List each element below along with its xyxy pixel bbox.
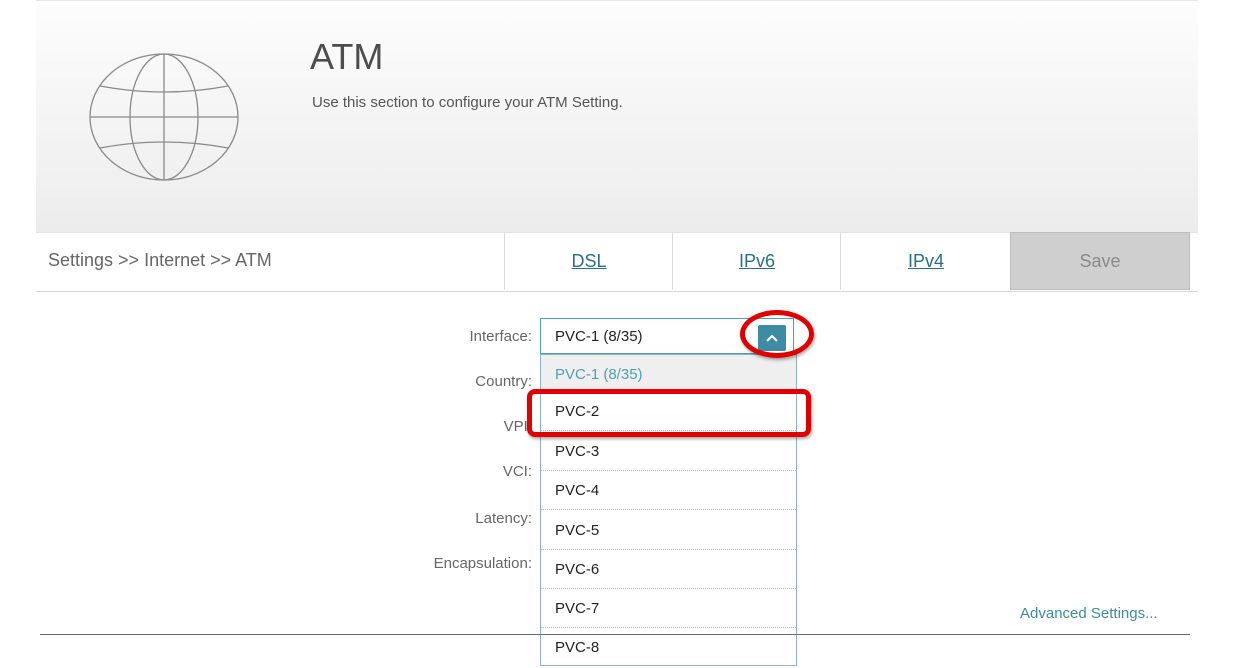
- highlight-circle: [740, 310, 814, 358]
- page-title: ATM: [310, 36, 384, 77]
- option-pvc-7[interactable]: PVC-7: [541, 589, 796, 628]
- page-subtitle: Use this section to configure your ATM S…: [312, 94, 623, 111]
- globe-icon: [89, 53, 239, 181]
- option-pvc-6[interactable]: PVC-6: [541, 550, 796, 589]
- tab-dsl[interactable]: DSL: [504, 232, 673, 290]
- tab-ipv4[interactable]: IPv4: [840, 232, 1011, 290]
- breadcrumb: Settings >> Internet >> ATM: [48, 250, 272, 270]
- highlight-box: [527, 389, 811, 437]
- save-button[interactable]: Save: [1010, 232, 1190, 290]
- vci-label: VCI:: [502, 463, 532, 480]
- country-label: Country:: [475, 373, 532, 390]
- advanced-settings-link[interactable]: Advanced Settings...: [1020, 605, 1158, 622]
- divider: [40, 634, 1190, 635]
- encapsulation-label: Encapsulation:: [433, 555, 532, 572]
- tab-ipv6[interactable]: IPv6: [672, 232, 841, 290]
- interface-label: Interface:: [469, 328, 532, 345]
- option-pvc-3[interactable]: PVC-3: [541, 432, 796, 471]
- option-pvc-4[interactable]: PVC-4: [541, 471, 796, 510]
- latency-label: Latency:: [475, 510, 532, 527]
- option-pvc-5[interactable]: PVC-5: [541, 511, 796, 550]
- interface-select-value: PVC-1 (8/35): [555, 328, 643, 345]
